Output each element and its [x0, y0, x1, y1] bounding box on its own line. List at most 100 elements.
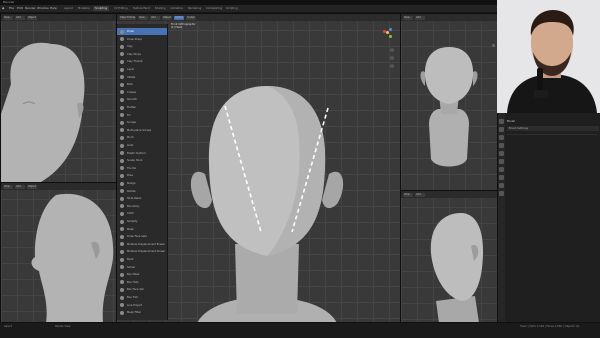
- brush-item[interactable]: Slide Relax: [117, 195, 167, 202]
- brush-label: Snake Hook: [127, 159, 143, 163]
- brush-item[interactable]: Mesh Filter: [117, 309, 167, 316]
- brush-item[interactable]: Clay Thumb: [117, 58, 167, 65]
- brush-item[interactable]: Fill: [117, 112, 167, 119]
- brush-item[interactable]: Smear: [117, 264, 167, 271]
- brush-item[interactable]: Smooth: [117, 96, 167, 103]
- brush-label: Nudge: [127, 182, 136, 185]
- brush-item[interactable]: Simplify: [117, 218, 167, 225]
- menu-help[interactable]: Help: [50, 5, 57, 12]
- object-tab-icon[interactable]: [499, 167, 504, 172]
- brush-item[interactable]: Grab: [117, 142, 167, 149]
- brush-label: Scrape: [127, 121, 136, 125]
- brush-item[interactable]: Rotate: [117, 188, 167, 195]
- brush-item[interactable]: Blob: [117, 81, 167, 88]
- tab-rendering[interactable]: Rendering: [186, 6, 203, 11]
- material-tab-icon[interactable]: [499, 191, 504, 196]
- brush-item[interactable]: Draw Sharp: [117, 36, 167, 43]
- viewport-bottom-left[interactable]: View Add Object: [0, 182, 117, 324]
- brush-icon: [120, 29, 124, 34]
- brush-icon: [120, 287, 124, 292]
- brush-item[interactable]: Boundary: [117, 203, 167, 210]
- brush-item[interactable]: Crease: [117, 89, 167, 96]
- brush-icon: [120, 257, 124, 262]
- tool-tab-icon[interactable]: [499, 119, 504, 124]
- brush-icon: [120, 166, 124, 171]
- brush-label: Multi-plane Scrape: [127, 128, 152, 132]
- modifier-tab-icon[interactable]: [499, 175, 504, 180]
- divider: [507, 134, 597, 135]
- brush-item[interactable]: Box Hide: [117, 279, 167, 286]
- output-tab-icon[interactable]: [499, 135, 504, 140]
- world-tab-icon[interactable]: [499, 159, 504, 164]
- brush-label: Simplify: [127, 220, 138, 223]
- brush-label: Boundary: [127, 204, 140, 208]
- brush-item[interactable]: Box Trim: [117, 294, 167, 301]
- view-layer-tab-icon[interactable]: [499, 143, 504, 148]
- brush-item[interactable]: Line Project: [117, 302, 167, 309]
- menu-render[interactable]: Render: [25, 5, 36, 12]
- properties-tabs: [498, 113, 505, 322]
- brush-item[interactable]: Draw: [117, 28, 167, 35]
- brush-icon: [120, 242, 124, 247]
- scene-tab-icon[interactable]: [499, 151, 504, 156]
- brush-label: Pose: [127, 174, 134, 178]
- brush-label: Slide Relax: [127, 197, 142, 201]
- brush-item[interactable]: Box Mask: [117, 271, 167, 278]
- tab-texture-paint[interactable]: Texture Paint: [131, 6, 152, 11]
- brush-item[interactable]: Draw Face Sets: [117, 233, 167, 240]
- brush-item[interactable]: Cloth: [117, 210, 167, 217]
- brush-item[interactable]: Pose: [117, 172, 167, 179]
- menu-edit[interactable]: Edit: [17, 5, 23, 12]
- brush-item[interactable]: Multires Displacement Smear: [117, 248, 167, 255]
- tab-compositing[interactable]: Compositing: [204, 6, 224, 11]
- viewport-top-left[interactable]: View Add Object: [0, 13, 117, 183]
- gizmo-icon[interactable]: [492, 44, 495, 47]
- brush-icon: [120, 151, 124, 156]
- brush-label: Rotate: [127, 189, 136, 193]
- brush-label: Smear: [127, 265, 136, 269]
- brush-label: Fill: [127, 113, 131, 117]
- brush-icon: [120, 219, 124, 224]
- brush-item[interactable]: Pinch: [117, 134, 167, 141]
- brush-item[interactable]: Layer: [117, 66, 167, 73]
- brush-label: Box Face Set: [127, 288, 144, 292]
- tab-shading[interactable]: Shading: [153, 6, 168, 11]
- brush-item[interactable]: Multi-plane Scrape: [117, 127, 167, 134]
- brush-item[interactable]: Box Face Set: [117, 286, 167, 293]
- brush-item[interactable]: Elastic Deform: [117, 150, 167, 157]
- brush-icon: [120, 173, 124, 178]
- brush-settings-field[interactable]: Brush Settings: [507, 126, 599, 131]
- viewport-top-right[interactable]: View Add: [400, 13, 498, 191]
- tab-uv-editing[interactable]: UV Editing: [112, 6, 130, 11]
- brush-icon: [120, 303, 124, 308]
- tab-scripting[interactable]: Scripting: [224, 6, 240, 11]
- brush-item[interactable]: Inflate: [117, 74, 167, 81]
- tab-layout[interactable]: Layout: [62, 6, 75, 11]
- data-tab-icon[interactable]: [499, 183, 504, 188]
- brush-item[interactable]: Snake Hook: [117, 157, 167, 164]
- brush-icon: [120, 295, 124, 300]
- viewport-bottom-right[interactable]: View Add: [400, 190, 498, 324]
- brush-label: Crease: [127, 90, 136, 94]
- brush-item[interactable]: Multires Displacement Eraser: [117, 241, 167, 248]
- menu-window[interactable]: Window: [37, 5, 49, 12]
- tab-animation[interactable]: Animation: [168, 6, 185, 11]
- brush-item[interactable]: Clay Strips: [117, 51, 167, 58]
- brush-icon: [120, 59, 124, 64]
- brush-item[interactable]: Flatten: [117, 104, 167, 111]
- brush-item[interactable]: Thumb: [117, 165, 167, 172]
- tab-modeling[interactable]: Modeling: [76, 6, 92, 11]
- brush-section-title[interactable]: Brush: [507, 119, 515, 123]
- brush-label: Line Project: [127, 303, 143, 307]
- brush-item[interactable]: Nudge: [117, 180, 167, 187]
- brush-item[interactable]: Paint: [117, 256, 167, 263]
- tab-sculpting[interactable]: Sculpting: [93, 6, 110, 11]
- brush-item[interactable]: Scrape: [117, 119, 167, 126]
- blender-logo-icon[interactable]: ◆: [2, 5, 4, 12]
- brush-icon: [120, 105, 124, 110]
- menu-file[interactable]: File: [9, 5, 14, 12]
- brush-icon: [120, 211, 124, 216]
- brush-item[interactable]: Mask: [117, 226, 167, 233]
- render-tab-icon[interactable]: [499, 127, 504, 132]
- brush-item[interactable]: Clay: [117, 43, 167, 50]
